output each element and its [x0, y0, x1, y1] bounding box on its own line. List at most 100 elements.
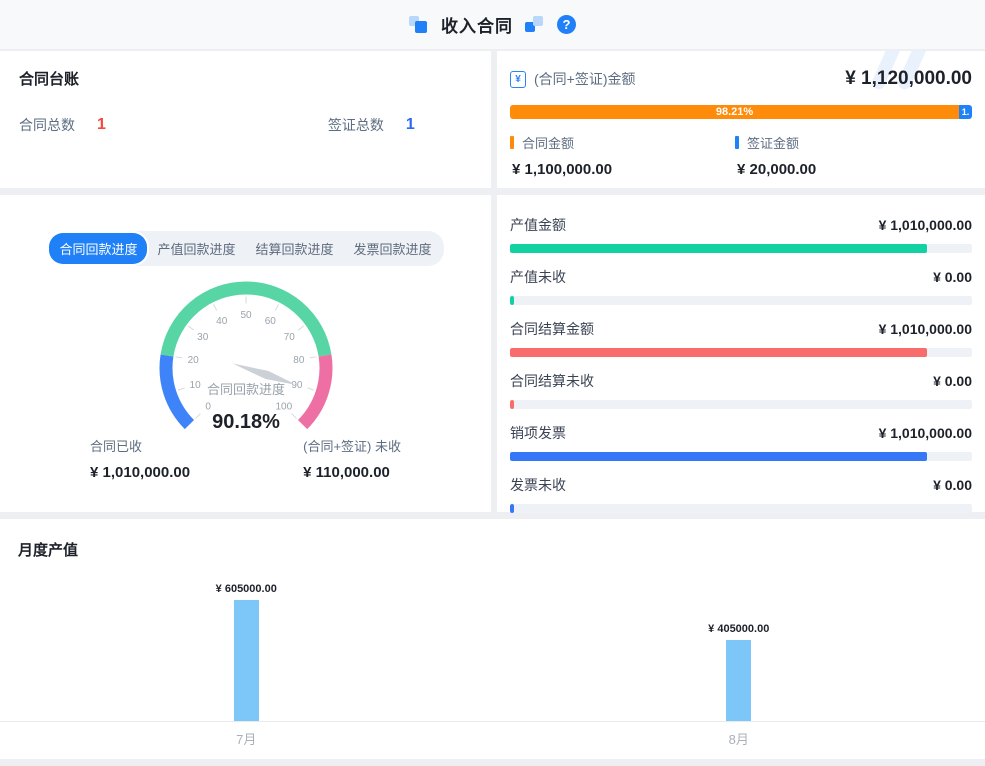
amount-card: ¥ (合同+签证)金额 ¥ 1,120,000.00 98.21%1. 合同金额…	[497, 51, 985, 188]
legend-marker-icon	[735, 136, 739, 149]
monthly-output-card: 月度产值 ¥ 605000.00 ¥ 405000.00 7月8月	[0, 519, 985, 759]
legend-marker-icon	[510, 136, 514, 149]
progress-row-label: 产值未收	[510, 267, 566, 287]
stack-segment-签证金额: 1.	[959, 105, 972, 119]
stack-segment-合同金额: 98.21%	[510, 105, 959, 119]
yuan-bill-icon: ¥	[510, 71, 526, 88]
tab-合同回款进度[interactable]: 合同回款进度	[49, 233, 147, 264]
title-deco-left-icon	[409, 15, 429, 35]
progress-track	[510, 296, 972, 305]
gauge-value: 90.18%	[212, 411, 280, 433]
svg-text:30: 30	[197, 332, 209, 343]
progress-track	[510, 504, 972, 513]
monthly-x-label: 8月	[493, 729, 985, 748]
svg-text:20: 20	[187, 355, 199, 366]
amount-legend: 合同金额 ¥ 1,100,000.00 签证金额 ¥ 20,000.00	[510, 133, 972, 178]
progress-fill	[510, 296, 514, 305]
progress-track	[510, 400, 972, 409]
gauge-footer-received: 合同已收 ¥ 1,010,000.00	[90, 436, 190, 481]
tab-发票回款进度[interactable]: 发票回款进度	[344, 233, 442, 264]
progress-track	[510, 348, 972, 357]
progress-row-value: ¥ 1,010,000.00	[879, 425, 972, 441]
progress-track	[510, 244, 972, 253]
svg-text:70: 70	[283, 332, 295, 343]
tab-结算回款进度[interactable]: 结算回款进度	[246, 233, 344, 264]
monthly-x-axis: 7月8月	[0, 729, 985, 748]
received-value: ¥ 1,010,000.00	[90, 464, 190, 481]
progress-fill	[510, 348, 927, 357]
stat-contract-count-label: 合同总数	[19, 115, 75, 135]
dashboard: 合同台账 合同总数 1 签证总数 1 ¥ (合同+签证)金额 ¥ 1,120,0…	[0, 50, 985, 759]
legend-item-合同金额: 合同金额 ¥ 1,100,000.00	[510, 133, 735, 178]
monthly-bar	[726, 640, 751, 721]
progress-row-value: ¥ 0.00	[933, 269, 972, 285]
stat-visa-count-label: 签证总数	[328, 115, 384, 135]
monthly-bar-group-7月: ¥ 605000.00	[0, 583, 493, 721]
legend-label: 签证金额	[747, 133, 799, 152]
progress-row-合同结算未收: 合同结算未收 ¥ 0.00	[510, 371, 972, 409]
svg-text:50: 50	[240, 310, 252, 321]
progress-row-label: 合同结算金额	[510, 319, 594, 339]
gauge-footer-unreceived: (合同+签证) 未收 ¥ 110,000.00	[303, 436, 401, 481]
svg-text:60: 60	[264, 316, 276, 327]
gauge-panel: 合同回款进度产值回款进度结算回款进度发票回款进度 010203040506070…	[0, 195, 491, 512]
page-header: 收入合同 ?	[0, 0, 985, 50]
legend-label: 合同金额	[522, 133, 574, 152]
progress-row-产值未收: 产值未收 ¥ 0.00	[510, 267, 972, 305]
monthly-bar-value-label: ¥ 405000.00	[708, 623, 769, 635]
monthly-bar-value-label: ¥ 605000.00	[216, 583, 277, 595]
legend-value: ¥ 20,000.00	[735, 161, 960, 178]
amount-card-head: ¥ (合同+签证)金额 ¥ 1,120,000.00	[510, 68, 972, 90]
progress-row-value: ¥ 0.00	[933, 477, 972, 493]
progress-fill	[510, 504, 514, 513]
monthly-bar-chart: ¥ 605000.00 ¥ 405000.00 7月8月	[0, 575, 985, 748]
legend-value: ¥ 1,100,000.00	[510, 161, 735, 178]
svg-text:10: 10	[189, 380, 201, 391]
amount-stack-bar: 98.21%1.	[510, 105, 972, 119]
progress-fill	[510, 400, 514, 409]
amount-card-title: (合同+签证)金额	[534, 69, 636, 89]
progress-track	[510, 452, 972, 461]
monthly-plot-area: ¥ 605000.00 ¥ 405000.00	[0, 575, 985, 722]
monthly-card-title: 月度产值	[0, 539, 985, 560]
svg-text:0: 0	[205, 401, 211, 412]
legend-item-签证金额: 签证金额 ¥ 20,000.00	[735, 133, 960, 178]
progress-row-label: 销项发票	[510, 423, 566, 443]
progress-row-label: 产值金额	[510, 215, 566, 235]
ledger-stats: 合同总数 1 签证总数 1	[19, 115, 472, 135]
progress-row-label: 发票未收	[510, 475, 566, 495]
ledger-card-title: 合同台账	[19, 68, 472, 89]
title-deco-right-icon	[525, 15, 545, 35]
progress-row-value: ¥ 1,010,000.00	[879, 321, 972, 337]
stat-contract-count: 合同总数 1	[19, 115, 106, 135]
progress-row-label: 合同结算未收	[510, 371, 594, 391]
progress-fill	[510, 244, 927, 253]
ledger-card: 合同台账 合同总数 1 签证总数 1	[0, 51, 491, 188]
unreceived-value: ¥ 110,000.00	[303, 464, 401, 481]
gauge-footer: 合同已收 ¥ 1,010,000.00 (合同+签证) 未收 ¥ 110,000…	[0, 436, 491, 481]
progress-row-value: ¥ 1,010,000.00	[879, 217, 972, 233]
progress-list: 产值金额 ¥ 1,010,000.00 产值未收 ¥ 0.00 合同结算金额 ¥ 1,01…	[497, 195, 985, 512]
svg-text:40: 40	[216, 316, 228, 327]
stat-contract-count-value[interactable]: 1	[97, 116, 106, 134]
received-label: 合同已收	[90, 436, 190, 455]
svg-text:80: 80	[293, 355, 305, 366]
page-title: 收入合同	[441, 12, 513, 37]
progress-row-销项发票: 销项发票 ¥ 1,010,000.00	[510, 423, 972, 461]
gauge-title: 合同回款进度	[206, 382, 284, 397]
monthly-bar-group-8月: ¥ 405000.00	[493, 623, 985, 721]
amount-total-value: ¥ 1,120,000.00	[845, 68, 972, 90]
gauge-chart: 0102030405060708090100合同回款进度90.18%	[121, 274, 371, 440]
progress-row-value: ¥ 0.00	[933, 373, 972, 389]
monthly-bar	[234, 600, 259, 721]
help-icon[interactable]: ?	[557, 15, 576, 34]
progress-tabs: 合同回款进度产值回款进度结算回款进度发票回款进度	[47, 231, 443, 266]
tab-产值回款进度[interactable]: 产值回款进度	[147, 233, 245, 264]
monthly-x-label: 7月	[0, 729, 493, 748]
progress-row-合同结算金额: 合同结算金额 ¥ 1,010,000.00	[510, 319, 972, 357]
progress-row-发票未收: 发票未收 ¥ 0.00	[510, 475, 972, 513]
unreceived-label: (合同+签证) 未收	[303, 436, 401, 455]
stat-visa-count-value[interactable]: 1	[406, 116, 415, 134]
svg-text:90: 90	[291, 380, 303, 391]
stat-visa-count: 签证总数 1	[328, 115, 415, 135]
